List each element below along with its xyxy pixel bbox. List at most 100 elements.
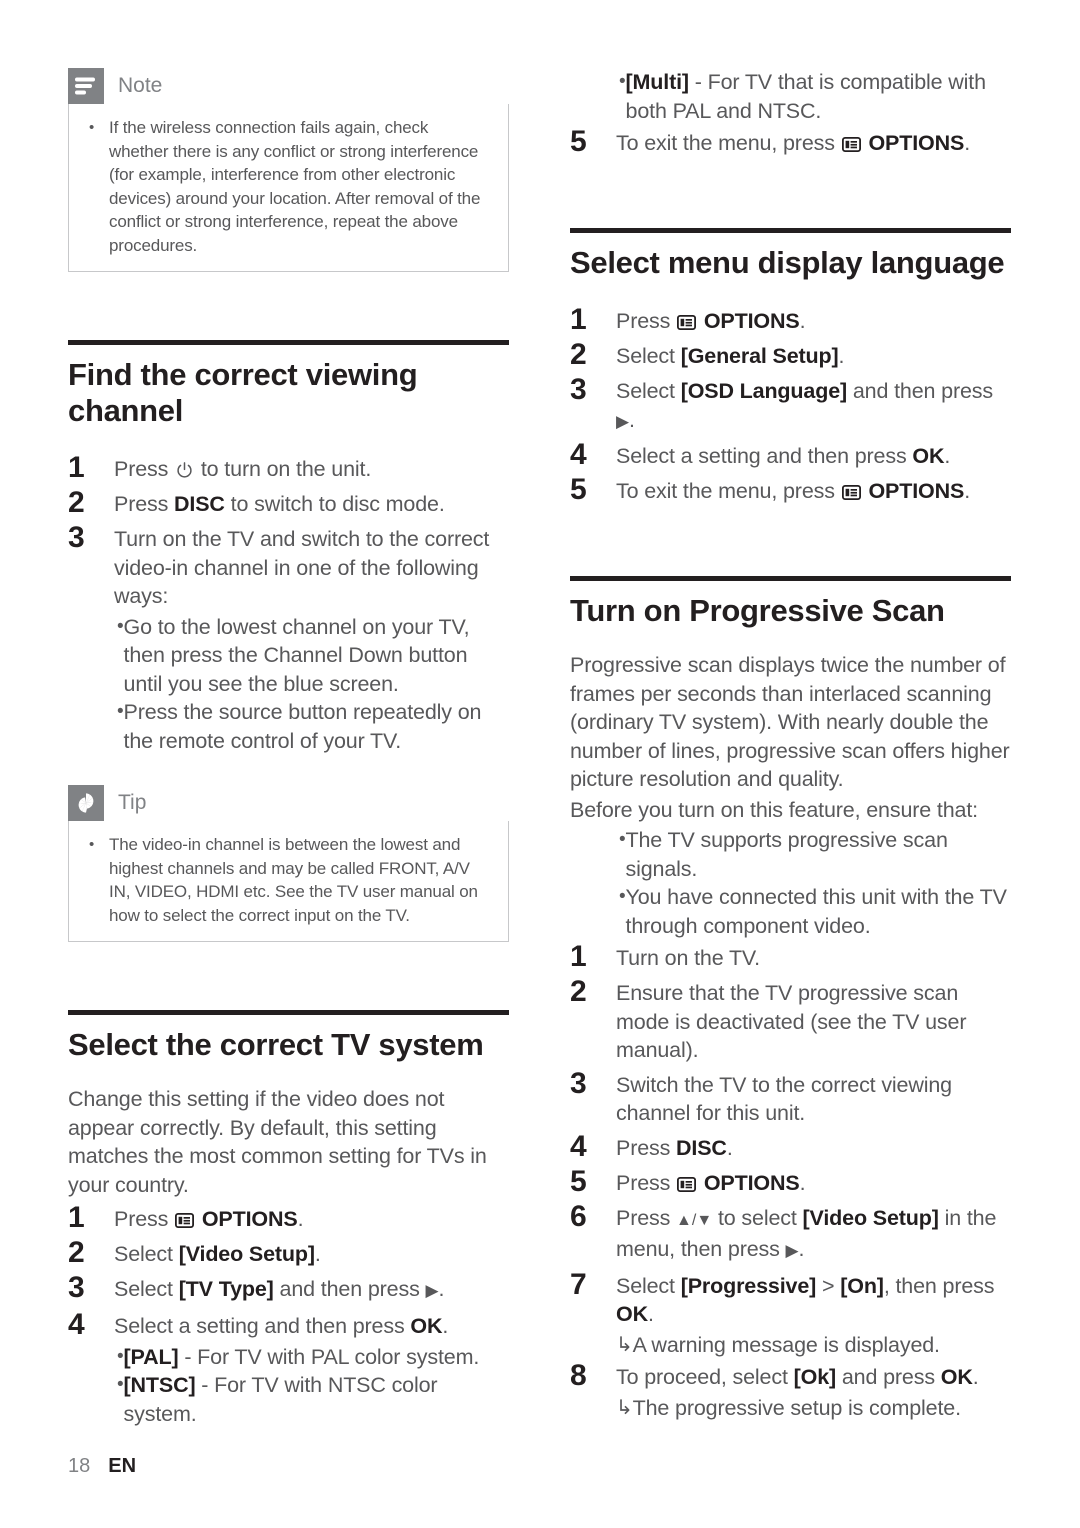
step-number: 2	[68, 486, 85, 519]
numbered-step: 1 Press OPTIONS.	[570, 303, 1011, 336]
list-item: • You have connected this unit with the T…	[570, 883, 1011, 940]
options-menu-icon	[175, 1213, 195, 1228]
step-bullet-list: • Go to the lowest channel on your TV, th…	[68, 613, 509, 756]
list-item-text: [Multi] - For TV that is compatible with…	[625, 70, 987, 123]
step-text: Turn on the TV.	[616, 946, 760, 970]
step-number: 8	[570, 1359, 587, 1392]
note-lines-icon	[75, 77, 95, 95]
list-item: • If the wireless connection fails again…	[83, 116, 492, 257]
emphasis-text: OPTIONS	[698, 1170, 800, 1195]
tip-callout: Tip • The video-in channel is between th…	[68, 785, 509, 942]
bullet-icon: •	[619, 71, 626, 92]
section-menu-language: Select menu display language 1 Press OPTI…	[570, 228, 1011, 506]
step-text: To exit the menu, press OPTIONS.	[616, 479, 971, 503]
numbered-step: 3 Turn on the TV and switch to the correc…	[68, 521, 509, 611]
step-text: Press OPTIONS.	[616, 309, 806, 333]
numbered-step: 4 Press DISC.	[570, 1130, 1011, 1163]
numbered-step: 5 Press OPTIONS.	[570, 1165, 1011, 1198]
numbered-step: 4 Select a setting and then press OK.	[570, 438, 1011, 471]
arrow-up-down-icon: ▲/▼	[676, 1211, 713, 1229]
step-number: 2	[570, 338, 587, 371]
continued-bullet-list: • [Multi] - For TV that is compatible wit…	[570, 68, 1011, 125]
numbered-step: 5 To exit the menu, press OPTIONS.	[570, 125, 1011, 158]
step-text: Press OPTIONS.	[616, 1170, 806, 1195]
result-arrow-icon: ↳	[616, 1333, 633, 1356]
section-intro: Progressive scan displays twice the numb…	[570, 653, 1010, 791]
section-tv-system: Select the correct TV system Change this…	[68, 1010, 509, 1428]
tip-label: Tip	[118, 791, 147, 814]
emphasis-text: [Multi]	[625, 70, 690, 94]
tip-callout-body: • The video-in channel is between the lo…	[68, 821, 509, 942]
step-text: Select a setting and then press OK.	[114, 1313, 449, 1338]
page-number: 18	[68, 1455, 91, 1477]
tip-callout-header: Tip	[68, 785, 509, 821]
step-list: 1 Press OPTIONS. 2 Select [Video Setup]. 3 Se…	[68, 1201, 509, 1428]
precondition-bullet-list: • The TV supports progressive scan signal…	[570, 826, 1011, 940]
step-text: Switch the TV to the correct viewing cha…	[616, 1072, 952, 1126]
numbered-step: 2 Press DISC to switch to disc mode.	[68, 486, 509, 519]
list-item-text: Go to the lowest channel on your TV, the…	[123, 614, 470, 696]
options-menu-icon	[677, 315, 697, 330]
emphasis-text: [OSD Language]	[680, 379, 848, 403]
list-item: • The TV supports progressive scan signal…	[570, 826, 1011, 883]
step-result: ↳ The progressive setup is complete.	[570, 1394, 1011, 1423]
numbered-step: 5 To exit the menu, press OPTIONS.	[570, 473, 1011, 506]
step-text: Press DISC.	[616, 1135, 733, 1160]
note-callout-body: • If the wireless connection fails again…	[68, 104, 509, 272]
list-item: • Go to the lowest channel on your TV, th…	[68, 613, 509, 699]
right-column: • [Multi] - For TV that is compatible wit…	[570, 68, 1011, 1423]
step-number: 4	[570, 1129, 587, 1163]
emphasis-text: [Progressive]	[680, 1273, 817, 1298]
section-divider	[570, 576, 1011, 581]
emphasis-text: OPTIONS	[862, 479, 965, 503]
step-number: 1	[68, 451, 85, 484]
note-callout-header: Note	[68, 68, 509, 104]
tip-badge	[68, 785, 104, 821]
note-bullet-text: If the wireless connection fails again, …	[109, 118, 481, 255]
emphasis-text: OK	[410, 1313, 443, 1338]
step-text: Press to turn on the unit.	[114, 457, 372, 481]
numbered-step: 1 Press OPTIONS.	[68, 1201, 509, 1234]
emphasis-text: [Ok]	[793, 1365, 837, 1389]
step-text: Press OPTIONS.	[114, 1207, 304, 1231]
note-callout: Note • If the wireless connection fails …	[68, 68, 509, 272]
step-number: 6	[570, 1199, 587, 1233]
step-text: Select [General Setup].	[616, 344, 845, 368]
emphasis-text: [On]	[840, 1273, 884, 1298]
numbered-step: 4 Select a setting and then press OK.	[68, 1308, 509, 1341]
step-text: Press DISC to switch to disc mode.	[114, 492, 445, 516]
step-number: 1	[68, 1201, 85, 1234]
continued-step: 5 To exit the menu, press OPTIONS.	[570, 125, 1011, 158]
numbered-step: 3 Select [OSD Language] and then press ▶.	[570, 373, 1011, 436]
note-label: Note	[118, 74, 163, 97]
step-text: Select [OSD Language] and then press ▶.	[616, 379, 993, 432]
arrow-right-icon: ▶	[616, 411, 629, 431]
step-text: Ensure that the TV progressive scan mode…	[616, 981, 967, 1062]
bullet-icon: •	[619, 886, 626, 907]
list-item: • [Multi] - For TV that is compatible wit…	[570, 68, 1011, 125]
step-number: 7	[570, 1267, 587, 1301]
list-item: • [NTSC] - For TV with NTSC color system.	[68, 1371, 509, 1428]
step-text: Select [Video Setup].	[114, 1242, 321, 1266]
note-badge	[68, 68, 104, 104]
left-column: Note • If the wireless connection fails …	[68, 68, 509, 1428]
numbered-step: 1 Press to turn on the unit.	[68, 451, 509, 484]
emphasis-text: OPTIONS	[196, 1207, 298, 1231]
section-progressive-scan: Turn on Progressive Scan Progressive sca…	[570, 576, 1011, 1423]
emphasis-text: [NTSC]	[123, 1373, 196, 1397]
emphasis-text: [Video Setup]	[802, 1205, 939, 1230]
numbered-step: 2 Ensure that the TV progressive scan mod…	[570, 975, 1011, 1065]
list-item-text: [PAL] - For TV with PAL color system.	[123, 1344, 480, 1369]
bullet-icon: •	[117, 701, 124, 722]
step-list: 1 Press to turn on the unit. 2 Press DISC t…	[68, 451, 509, 755]
emphasis-text: OK	[912, 444, 945, 468]
options-menu-icon	[677, 1176, 697, 1192]
list-item-text: The TV supports progressive scan signals…	[625, 828, 948, 881]
standby-power-icon	[177, 462, 192, 478]
options-menu-icon	[841, 137, 861, 152]
